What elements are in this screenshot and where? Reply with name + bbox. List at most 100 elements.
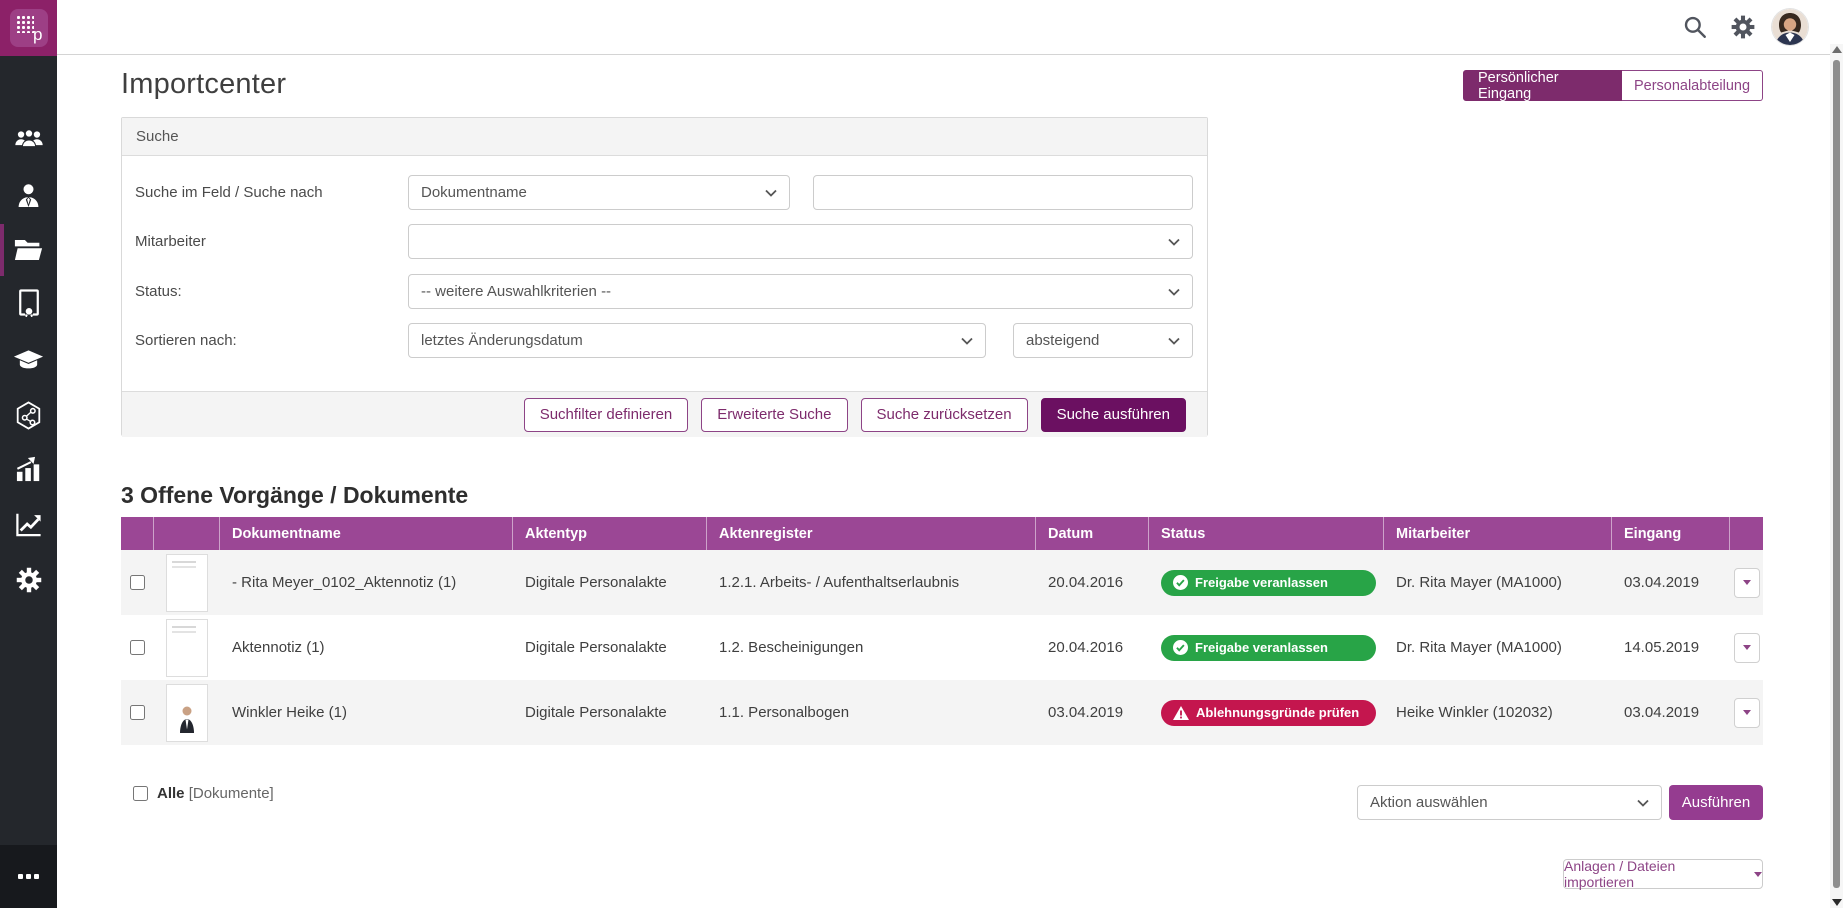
search-icon[interactable]: [1682, 14, 1708, 40]
sidebar-item-people-group[interactable]: [0, 112, 57, 164]
certificate-icon: [17, 289, 41, 317]
sidebar-item-training[interactable]: [0, 333, 57, 385]
person-tie-icon: [16, 183, 41, 208]
field-label-suche-im-feld: Suche im Feld / Suche nach: [135, 175, 323, 210]
photo-thumbnail: [166, 684, 208, 742]
col-mitarbeiter: Mitarbeiter: [1384, 517, 1612, 550]
select-all-label: Alle: [157, 785, 185, 802]
col-actions: [1730, 517, 1763, 550]
scrollbar-thumb[interactable]: [1833, 60, 1840, 888]
status-badge: Freigabe veranlassen: [1161, 570, 1376, 596]
sidebar-item-settings[interactable]: [0, 554, 57, 606]
cell-aktentyp: Digitale Personalakte: [513, 574, 707, 591]
scroll-up-arrow-icon[interactable]: [1832, 46, 1842, 53]
app-logo[interactable]: p: [0, 0, 57, 56]
col-aktentyp: Aktentyp: [513, 517, 707, 550]
user-avatar[interactable]: [1772, 9, 1808, 45]
col-checkbox: [121, 517, 154, 550]
cell-mitarbeiter: Heike Winkler (102032): [1384, 704, 1612, 721]
col-dokumentname: Dokumentname: [220, 517, 513, 550]
search-field-select[interactable]: Dokumentname: [408, 175, 790, 210]
execute-search-button[interactable]: Suche ausführen: [1041, 398, 1186, 432]
reset-search-button[interactable]: Suche zurücksetzen: [861, 398, 1028, 432]
select-all-checkbox[interactable]: [133, 786, 148, 801]
select-all-row: Alle [Dokumente]: [133, 785, 274, 802]
sidebar-item-reports[interactable]: [0, 443, 57, 495]
cell-aktentyp: Digitale Personalakte: [513, 704, 707, 721]
sidebar-item-more[interactable]: [0, 845, 57, 908]
gear-icon: [15, 566, 43, 594]
row-checkbox[interactable]: [130, 575, 145, 590]
scroll-down-arrow-icon[interactable]: [1832, 899, 1842, 906]
sidebar-item-certificate[interactable]: [0, 277, 57, 329]
page-title: Importcenter: [121, 68, 286, 101]
gear-icon[interactable]: [1730, 14, 1756, 40]
advanced-search-button[interactable]: Erweiterte Suche: [701, 398, 847, 432]
sidebar-item-person[interactable]: [0, 169, 57, 221]
table-row[interactable]: Aktennotiz (1) Digitale Personalakte 1.2…: [121, 615, 1763, 680]
table-header-row: Dokumentname Aktentyp Aktenregister Datu…: [121, 517, 1763, 550]
row-checkbox[interactable]: [130, 640, 145, 655]
search-panel: Suche Suche im Feld / Suche nach Mitarbe…: [121, 117, 1208, 436]
sort-by-select[interactable]: letztes Änderungsdatum: [408, 323, 986, 358]
ellipsis-icon: [18, 874, 39, 879]
chevron-down-icon: [1637, 799, 1649, 807]
caret-down-icon: [1743, 645, 1751, 650]
table-row[interactable]: - Rita Meyer_0102_Aktennotiz (1) Digital…: [121, 550, 1763, 615]
line-chart-icon: [15, 511, 43, 537]
field-label-mitarbeiter: Mitarbeiter: [135, 224, 206, 259]
cell-aktenregister: 1.2.1. Arbeits- / Aufenthaltserlaubnis: [707, 574, 1036, 591]
search-panel-footer: Suchfilter definieren Erweiterte Suche S…: [122, 391, 1207, 437]
cell-dokumentname: Winkler Heike (1): [220, 704, 513, 721]
hexagon-share-icon: [15, 401, 42, 430]
table-row[interactable]: Winkler Heike (1) Digitale Personalakte …: [121, 680, 1763, 745]
top-bar: p: [0, 0, 1843, 55]
define-search-filter-button[interactable]: Suchfilter definieren: [524, 398, 689, 432]
chevron-down-icon: [961, 337, 973, 345]
tab-personalabteilung[interactable]: Personalabteilung: [1622, 70, 1763, 101]
sort-direction-select[interactable]: absteigend: [1013, 323, 1193, 358]
caret-down-icon: [1743, 580, 1751, 585]
bar-chart-icon: [15, 456, 43, 482]
cell-datum: 20.04.2016: [1036, 639, 1149, 656]
documents-table: Dokumentname Aktentyp Aktenregister Datu…: [121, 517, 1763, 745]
tab-persoenlicher-eingang[interactable]: Persönlicher Eingang: [1463, 70, 1622, 101]
vertical-scrollbar[interactable]: [1830, 44, 1843, 908]
sidebar-item-documents[interactable]: [0, 224, 57, 276]
sidebar-item-analytics[interactable]: [0, 498, 57, 550]
check-circle-icon: [1173, 640, 1188, 655]
search-term-input[interactable]: [813, 175, 1193, 210]
col-aktenregister: Aktenregister: [707, 517, 1036, 550]
select-all-suffix: [Dokumente]: [189, 785, 274, 802]
col-datum: Datum: [1036, 517, 1149, 550]
caret-down-icon: [1743, 710, 1751, 715]
sidebar-item-connections[interactable]: [0, 389, 57, 441]
logo-icon: p: [10, 9, 48, 47]
row-actions-dropdown[interactable]: [1734, 698, 1760, 728]
document-thumbnail: [166, 554, 208, 612]
status-select[interactable]: -- weitere Auswahlkriterien --: [408, 274, 1193, 309]
people-group-icon: [14, 128, 44, 149]
import-files-button[interactable]: Anlagen / Dateien importieren: [1563, 859, 1763, 889]
folder-icon: [14, 238, 43, 262]
col-status: Status: [1149, 517, 1384, 550]
row-actions-dropdown[interactable]: [1734, 568, 1760, 598]
cell-aktenregister: 1.2. Bescheinigungen: [707, 639, 1036, 656]
status-badge: Ablehnungsgründe prüfen: [1161, 700, 1376, 726]
chevron-down-icon: [765, 189, 777, 197]
cell-aktentyp: Digitale Personalakte: [513, 639, 707, 656]
warning-triangle-icon: [1173, 706, 1189, 720]
row-checkbox[interactable]: [130, 705, 145, 720]
bulk-action-select[interactable]: Aktion auswählen: [1357, 785, 1662, 820]
cell-aktenregister: 1.1. Personalbogen: [707, 704, 1036, 721]
cell-eingang: 14.05.2019: [1612, 639, 1730, 656]
mitarbeiter-select[interactable]: [408, 224, 1193, 259]
row-actions-dropdown[interactable]: [1734, 633, 1760, 663]
field-label-sortieren-nach: Sortieren nach:: [135, 323, 237, 358]
cell-dokumentname: - Rita Meyer_0102_Aktennotiz (1): [220, 574, 513, 591]
results-title: 3 Offene Vorgänge / Dokumente: [121, 482, 468, 509]
inbox-tabs: Persönlicher Eingang Personalabteilung: [1463, 70, 1763, 101]
cell-mitarbeiter: Dr. Rita Mayer (MA1000): [1384, 574, 1612, 591]
execute-action-button[interactable]: Ausführen: [1669, 785, 1763, 820]
sidebar-nav: [0, 56, 57, 908]
